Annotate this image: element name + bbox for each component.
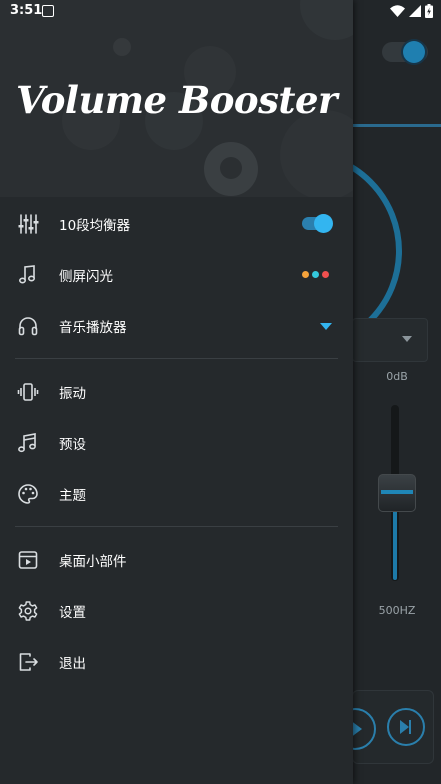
band-slider-thumb[interactable]: [378, 474, 416, 512]
gain-label: 0dB: [386, 370, 408, 383]
status-indicators: [390, 4, 433, 18]
navigation-drawer: Volume Booster 10段均衡器 侧屏闪光 音乐播放器 振动 预设 主…: [0, 0, 353, 784]
music-notes-icon: [18, 433, 36, 453]
music-note-icon: [18, 265, 36, 284]
gear-icon: [18, 601, 38, 621]
menu-item-settings[interactable]: 设置: [0, 585, 353, 636]
menu-divider: [15, 358, 338, 359]
drawer-menu: 10段均衡器 侧屏闪光 音乐播放器 振动 预设 主题 桌面小部件 设置 退出: [0, 198, 353, 687]
signal-icon: [409, 5, 421, 17]
menu-item-equalizer[interactable]: 10段均衡器: [0, 198, 353, 249]
menu-item-label: 桌面小部件: [59, 554, 127, 570]
app-power-toggle-knob: [403, 41, 425, 63]
skip-next-icon[interactable]: [387, 708, 425, 746]
app-logo-title: Volume Booster: [15, 78, 338, 122]
menu-item-theme[interactable]: 主题: [0, 468, 353, 519]
menu-item-label: 设置: [59, 605, 86, 621]
menu-item-label: 主题: [59, 488, 86, 504]
status-time: 3:51: [10, 3, 43, 18]
menu-item-label: 10段均衡器: [59, 218, 131, 234]
preset-dropdown[interactable]: [352, 318, 428, 362]
decorative-circle: [280, 110, 353, 197]
menu-item-edge-flash[interactable]: 侧屏闪光: [0, 249, 353, 300]
menu-item-label: 振动: [59, 386, 86, 402]
headphones-icon: [18, 317, 38, 336]
flash-color-dots: [302, 271, 329, 278]
menu-item-label: 侧屏闪光: [59, 269, 113, 285]
chevron-down-icon: [402, 336, 412, 342]
drawer-header: Volume Booster: [0, 0, 353, 197]
color-dot-orange: [302, 271, 309, 278]
widget-player-icon: [18, 551, 38, 569]
chevron-down-icon[interactable]: [320, 323, 332, 330]
equalizer-sliders-icon: [18, 214, 39, 234]
wifi-icon: [390, 5, 405, 17]
color-dot-cyan: [312, 271, 319, 278]
band-frequency-label: 500HZ: [378, 604, 416, 617]
status-bar: 3:51: [0, 0, 441, 24]
notification-app-icon: [42, 5, 54, 17]
menu-item-music-player[interactable]: 音乐播放器: [0, 300, 353, 351]
menu-divider: [15, 526, 338, 527]
equalizer-toggle-knob: [314, 214, 333, 233]
menu-item-exit[interactable]: 退出: [0, 636, 353, 687]
decorative-circle: [113, 38, 131, 56]
menu-item-widgets[interactable]: 桌面小部件: [0, 534, 353, 585]
battery-icon: [425, 4, 433, 18]
menu-item-label: 预设: [59, 437, 86, 453]
app-tab-indicator: [352, 124, 441, 127]
decorative-circle: [220, 157, 242, 179]
menu-item-presets[interactable]: 预设: [0, 417, 353, 468]
menu-item-vibrate[interactable]: 振动: [0, 366, 353, 417]
vibrate-phone-icon: [17, 383, 39, 401]
exit-icon: [19, 653, 38, 671]
palette-icon: [18, 484, 38, 504]
menu-item-label: 退出: [59, 656, 86, 672]
menu-item-label: 音乐播放器: [59, 320, 127, 336]
color-dot-red: [322, 271, 329, 278]
